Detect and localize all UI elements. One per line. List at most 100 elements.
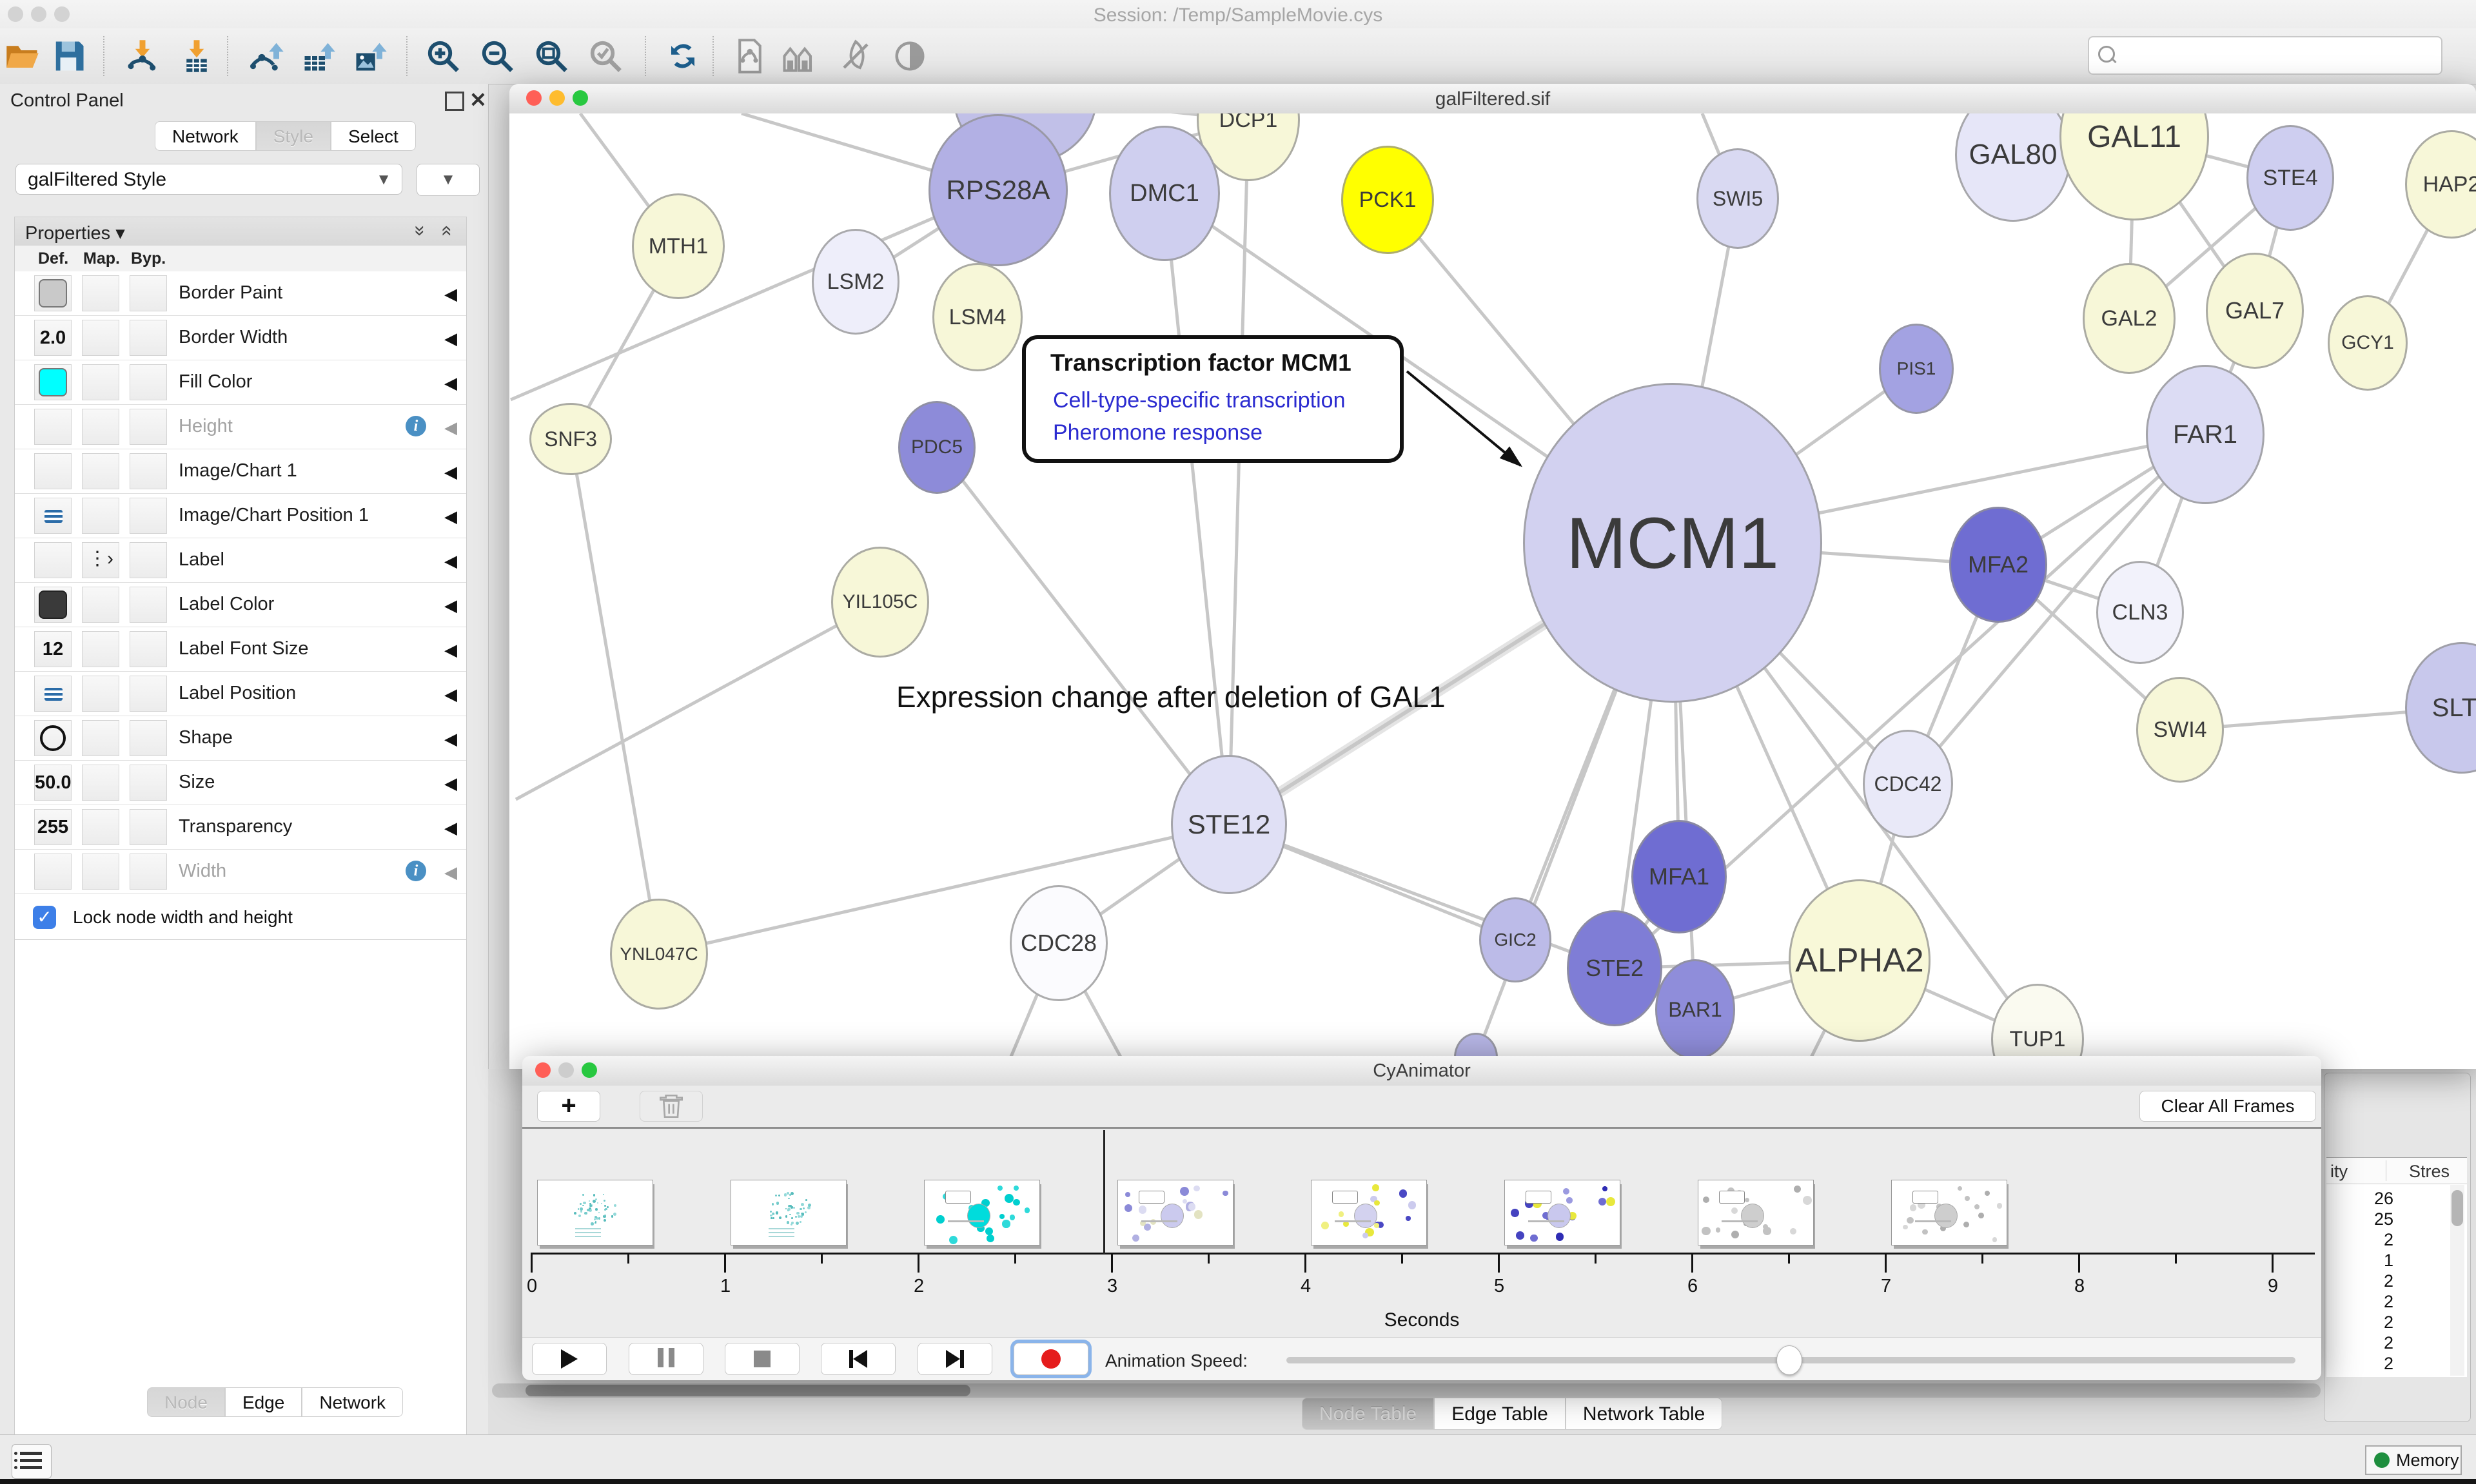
network-node-alpha2[interactable]: ALPHA2 [1789,879,1931,1042]
bypass-cell[interactable] [130,275,167,311]
network-node-dmc1[interactable]: DMC1 [1109,126,1220,261]
table-horizontal-scrollbar[interactable] [492,1383,2321,1398]
collapse-arrow-icon[interactable]: ◀ [444,596,457,616]
mapping-cell[interactable] [82,765,119,801]
frame-thumbnail-1[interactable] [731,1180,847,1245]
property-row-image-chart-position-1[interactable]: Image/Chart Position 1◀ [15,494,466,538]
timeline-playhead[interactable] [1103,1130,1105,1254]
search-input[interactable] [2088,36,2442,75]
default-value-cell[interactable] [34,587,72,623]
table-column-header[interactable]: Stres [2409,1162,2450,1182]
network-node-swi4[interactable]: SWI4 [2136,677,2224,783]
bypass-cell[interactable] [130,631,167,667]
network-node-lsm2[interactable]: LSM2 [812,229,899,335]
collapse-arrow-icon[interactable]: ◀ [444,863,457,883]
network-node-mfa2[interactable]: MFA2 [1949,507,2047,623]
network-node-yil105c[interactable]: YIL105C [831,547,929,658]
annotation-box[interactable]: Transcription factor MCM1 Cell-type-spec… [1022,335,1404,463]
collapse-arrow-icon[interactable]: ◀ [444,818,457,838]
collapse-arrow-icon[interactable]: ◀ [444,462,457,482]
property-row-shape[interactable]: Shape◀ [15,716,466,761]
mapping-cell[interactable] [82,809,119,845]
stop-button[interactable] [725,1343,800,1375]
mapping-cell[interactable] [82,676,119,712]
tab-edge-table[interactable]: Edge Table [1434,1398,1566,1430]
collapse-arrow-icon[interactable]: ◀ [444,284,457,304]
property-row-width[interactable]: Widthi◀ [15,850,466,894]
property-row-label-font-size[interactable]: 12Label Font Size◀ [15,627,466,672]
frame-thumbnail-2[interactable] [924,1180,1040,1245]
mapping-cell[interactable] [82,409,119,445]
network-node-pis1[interactable]: PIS1 [1879,324,1954,414]
bypass-cell[interactable] [130,320,167,356]
mapping-cell[interactable] [82,854,119,890]
panel-float-icon[interactable] [445,92,464,111]
info-icon[interactable]: i [406,416,426,436]
show-details-icon[interactable] [892,39,927,73]
table-vertical-scrollbar[interactable] [2450,1185,2464,1376]
timeline[interactable]: Seconds 0123456789 [522,1129,2321,1337]
default-value-cell[interactable] [34,498,72,534]
property-row-height[interactable]: Heighti◀ [15,405,466,449]
network-node-ynl047c[interactable]: YNL047C [610,899,708,1010]
style-selector[interactable]: galFiltered Style ▼ [15,164,402,195]
table-column-header[interactable]: ity [2330,1162,2348,1182]
tab-network-table[interactable]: Network Table [1566,1398,1723,1430]
style-options-button[interactable]: ▼ [417,164,480,196]
network-node-mcm1[interactable]: MCM1 [1523,383,1822,703]
property-row-image-chart-1[interactable]: Image/Chart 1◀ [15,449,466,494]
network-node-pdc5[interactable]: PDC5 [898,401,976,494]
memory-button[interactable]: Memory [2365,1445,2462,1475]
annotation-link[interactable]: Cell-type-specific transcription [1053,388,1346,413]
bypass-cell[interactable] [130,854,167,890]
collapse-arrow-icon[interactable]: ◀ [444,329,457,349]
frame-thumbnail-4[interactable] [1311,1180,1427,1245]
animation-speed-slider-knob[interactable] [1776,1345,1802,1375]
default-value-cell[interactable] [34,275,72,311]
network-node-mfa1[interactable]: MFA1 [1631,820,1727,933]
property-row-label-position[interactable]: Label Position◀ [15,672,466,716]
collapse-all-icon[interactable]: « [436,226,458,237]
default-value-cell[interactable]: 50.0 [34,765,72,801]
zoom-selected-icon[interactable] [588,39,623,73]
mapping-cell[interactable] [82,320,119,356]
bypass-cell[interactable] [130,364,167,400]
default-value-cell[interactable] [34,409,72,445]
clear-all-frames-button[interactable]: Clear All Frames [2139,1091,2316,1122]
task-history-button[interactable] [12,1444,52,1479]
delete-frame-button[interactable] [640,1091,703,1122]
network-node-ste12[interactable]: STE12 [1171,755,1287,894]
network-canvas[interactable]: Transcription factor MCM1 Cell-type-spec… [509,113,2476,1069]
network-window-titlebar[interactable]: galFiltered.sif [509,84,2476,114]
add-frame-button[interactable]: + [537,1091,600,1122]
bypass-cell[interactable] [130,720,167,756]
hide-details-icon[interactable] [838,39,873,73]
network-file-icon[interactable] [732,39,767,73]
play-button[interactable] [532,1343,607,1375]
tab-style[interactable]: Style [256,121,331,151]
export-network-icon[interactable] [250,39,285,73]
tab-node[interactable]: Node [147,1387,225,1417]
export-image-icon[interactable] [353,39,388,73]
property-row-border-paint[interactable]: Border Paint◀ [15,271,466,316]
bypass-cell[interactable] [130,498,167,534]
collapse-arrow-icon[interactable]: ◀ [444,418,457,438]
next-frame-button[interactable] [918,1343,992,1375]
bypass-cell[interactable] [130,409,167,445]
network-node-bar1[interactable]: BAR1 [1655,959,1735,1060]
mapping-cell[interactable] [82,631,119,667]
zoom-fit-icon[interactable] [534,39,569,73]
frame-thumbnail-0[interactable] [537,1180,653,1245]
network-node-far1[interactable]: FAR1 [2146,365,2265,504]
mapping-cell[interactable] [82,720,119,756]
property-row-label[interactable]: ⋮›Label◀ [15,538,466,583]
default-value-cell[interactable]: 255 [34,809,72,845]
property-row-transparency[interactable]: 255Transparency◀ [15,805,466,850]
frame-thumbnail-6[interactable] [1698,1180,1814,1245]
tab-node-table[interactable]: Node Table [1302,1398,1434,1430]
bypass-cell[interactable] [130,676,167,712]
mapping-cell[interactable]: ⋮› [82,542,119,578]
property-row-border-width[interactable]: 2.0Border Width◀ [15,316,466,360]
collapse-arrow-icon[interactable]: ◀ [444,640,457,660]
record-button[interactable] [1014,1343,1088,1375]
